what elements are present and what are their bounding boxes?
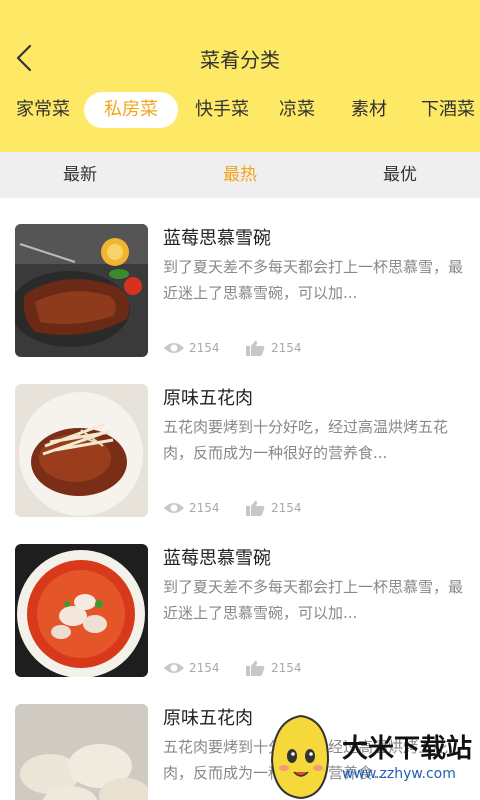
like-count-value: 2154: [271, 341, 302, 355]
sort-hottest[interactable]: 最热: [200, 152, 280, 198]
tab-private-cuisine[interactable]: 私房菜: [84, 92, 178, 128]
recipe-image: [15, 384, 148, 517]
like-count-value: 2154: [271, 501, 302, 515]
view-count-value: 2154: [189, 501, 220, 515]
page-title: 菜肴分类: [200, 48, 280, 72]
recipe-description: 五花肉要烤到十分好吃，经过高温烘烤五花肉，反而成为一种很好的营养食...: [163, 418, 449, 462]
tab-cold-dishes[interactable]: 凉菜: [276, 92, 318, 128]
recipe-image: [15, 544, 148, 677]
recipe-image: [15, 224, 148, 357]
eye-icon: [164, 343, 184, 353]
view-count-value: 2154: [189, 341, 220, 355]
recipe-title: 蓝莓思慕雪碗: [163, 228, 271, 249]
recipe-title: 原味五花肉: [163, 388, 253, 409]
eye-icon: [164, 663, 184, 673]
rice-mascot-logo: [270, 714, 330, 800]
recipe-description: 到了夏天差不多每天都会打上一杯思慕雪，最近迷上了思慕雪碗，可以加...: [163, 258, 463, 302]
thumbs-up-icon: [246, 340, 265, 356]
header-bar: 菜肴分类 家常菜 私房菜 快手菜 凉菜 素材 下酒菜: [0, 0, 480, 152]
view-count-value: 2154: [189, 661, 220, 675]
tab-ingredients[interactable]: 素材: [348, 92, 390, 128]
watermark-url: www.zzhyw.com: [342, 766, 456, 782]
sort-bar: 最新 最热 最优: [0, 152, 480, 198]
tab-bar-snacks[interactable]: 下酒菜: [418, 92, 478, 128]
like-count-value: 2154: [271, 661, 302, 675]
sort-best[interactable]: 最优: [360, 152, 440, 198]
thumbs-up-icon: [246, 500, 265, 516]
category-tabs: 家常菜 私房菜 快手菜 凉菜 素材 下酒菜: [0, 92, 480, 130]
recipe-title: 原味五花肉: [163, 708, 253, 729]
recipe-title: 蓝莓思慕雪碗: [163, 548, 271, 569]
sort-newest[interactable]: 最新: [40, 152, 120, 198]
tab-quick-dishes[interactable]: 快手菜: [192, 92, 252, 128]
tab-home-cooking[interactable]: 家常菜: [14, 92, 72, 128]
list-item[interactable]: 蓝莓思慕雪碗 到了夏天差不多每天都会打上一杯思慕雪，最近迷上了思慕雪碗，可以加.…: [0, 198, 480, 358]
thumbs-up-icon: [246, 660, 265, 676]
list-item[interactable]: 原味五花肉 五花肉要烤到十分好吃，经过高温烘烤五花肉，反而成为一种很好的营养食.…: [0, 358, 480, 518]
eye-icon: [164, 503, 184, 513]
recipe-image: [15, 704, 148, 800]
list-item[interactable]: 蓝莓思慕雪碗 到了夏天差不多每天都会打上一杯思慕雪，最近迷上了思慕雪碗，可以加.…: [0, 518, 480, 678]
recipe-description: 到了夏天差不多每天都会打上一杯思慕雪，最近迷上了思慕雪碗，可以加...: [163, 578, 463, 622]
watermark-site-name: 大米下载站: [342, 734, 473, 764]
watermark: 大米下载站 www.zzhyw.com: [262, 710, 480, 800]
